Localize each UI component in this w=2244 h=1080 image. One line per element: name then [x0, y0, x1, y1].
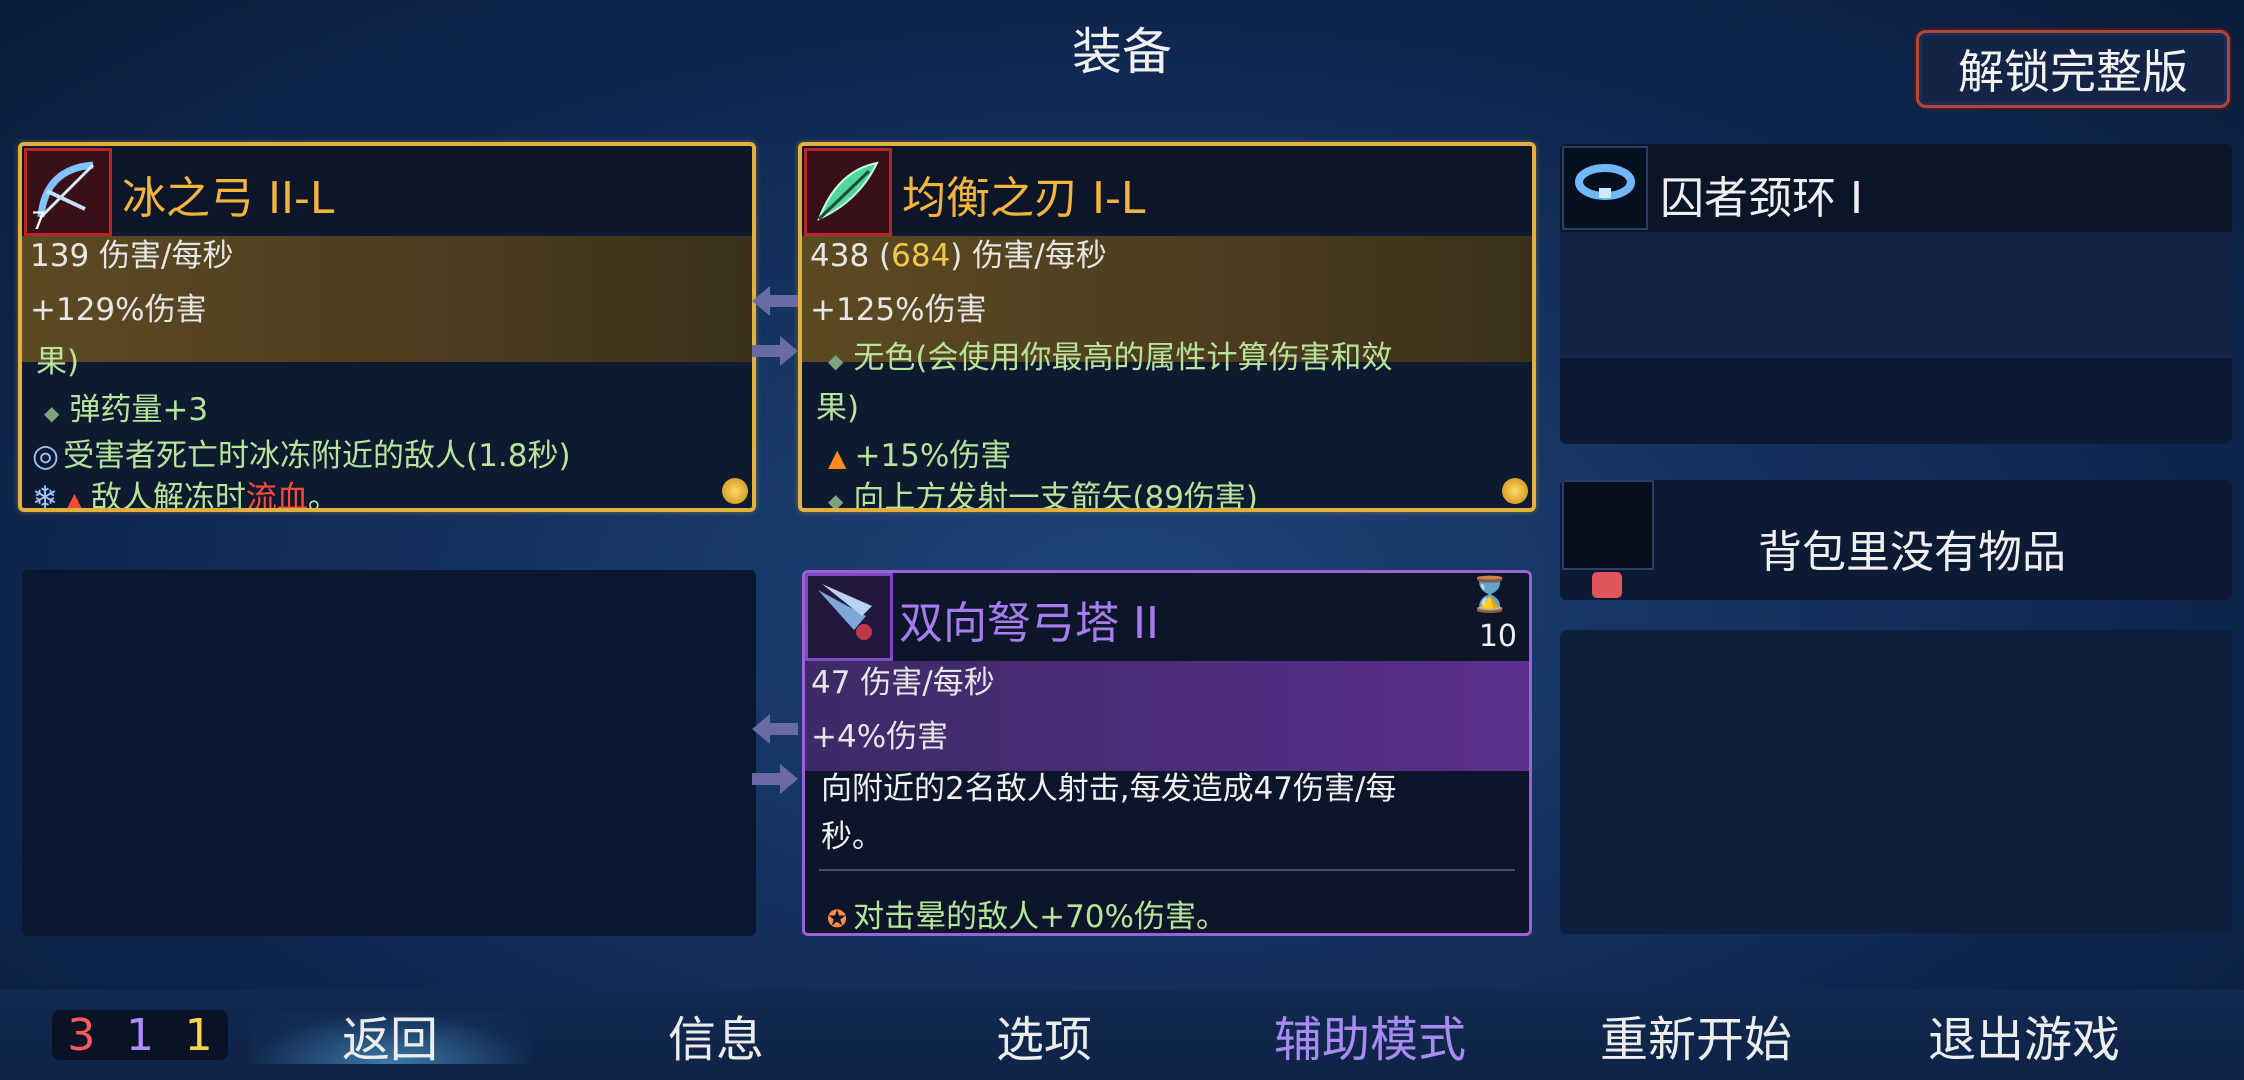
crossbow-turret-icon: [805, 573, 893, 661]
weapon-dps: 438 (684) 伤害/每秒: [810, 238, 1107, 274]
empty-slot-panel: [22, 570, 756, 936]
arrow-right-icon: [752, 336, 798, 366]
backpack-icon: [1592, 572, 1622, 598]
weapon-damage-bonus: +125%伤害: [810, 292, 987, 328]
skill-description: 向附近的2名敌人射击,每发造成47伤害/每: [821, 771, 1397, 807]
weapon-name: 均衡之刃 I-L: [902, 173, 1146, 224]
skill-name: 双向弩弓塔 II: [899, 598, 1159, 649]
gold-corner-gem-icon: [722, 478, 748, 504]
bow-icon: 7: [24, 148, 112, 236]
amulet-slot[interactable]: 囚者颈环 I: [1560, 144, 2232, 444]
weapon-affix: ❄ ▲ 敌人解冻时流血。: [32, 472, 339, 512]
weapon-affix: ◆ 向上方发射一支箭矢(89伤害): [828, 480, 1259, 512]
divider: [819, 869, 1515, 871]
weapon-affix: ◎ 受害者死亡时冰冻附近的敌人(1.8秒): [32, 438, 571, 474]
back-button[interactable]: 返回: [260, 1000, 520, 1070]
restart-button[interactable]: 重新开始: [1566, 1000, 1826, 1070]
arrow-left-icon: [752, 286, 798, 316]
weapon-affix: ◆ 无色(会使用你最高的属性计算伤害和效: [828, 340, 1393, 376]
weapon-affix-wrap: 果): [36, 344, 80, 380]
scroll-count-purple: 1: [125, 1009, 154, 1061]
weapon-card-ice-bow[interactable]: 7 冰之弓 II-L 139 伤害/每秒 +129%伤害 果) ◆ 弹药量+3 ◎…: [18, 142, 756, 512]
assist-mode-button[interactable]: 辅助模式: [1240, 1000, 1500, 1070]
weapon-affix-wrap: 果): [816, 390, 860, 426]
options-button[interactable]: 选项: [914, 1000, 1174, 1070]
diamond-bullet-icon: ◆: [44, 401, 60, 425]
feather-blade-icon: [804, 148, 892, 236]
arrow-right-icon: [752, 764, 798, 794]
skill-damage-bonus: +4%伤害: [811, 719, 949, 755]
skill-card-turret[interactable]: 双向弩弓塔 II ⌛ 10 47 伤害/每秒 +4%伤害 向附近的2名敌人射击,…: [802, 570, 1532, 936]
scroll-count-yellow: 1: [184, 1009, 213, 1061]
blood-drop-icon: ▲: [65, 489, 83, 512]
weapon-dps: 139 伤害/每秒: [30, 238, 234, 274]
empty-backpack-slot: [1562, 480, 1654, 570]
quit-game-button[interactable]: 退出游戏: [1894, 1000, 2154, 1070]
weapon-affix: ▲ +15%伤害: [828, 438, 1012, 474]
page-title: 装备: [1072, 23, 1172, 81]
freeze-icon: ◎: [32, 438, 60, 474]
skill-affix: ✪ 对击晕的敌人+70%伤害。: [827, 899, 1227, 935]
hourglass-icon: ⌛: [1468, 575, 1511, 615]
skill-description: 秒。: [821, 819, 883, 855]
diamond-bullet-icon: ◆: [828, 489, 844, 512]
arrow-left-icon: [752, 714, 798, 744]
weapon-affix: ◆ 弹药量+3: [44, 392, 209, 428]
fire-icon: ▲: [828, 444, 847, 472]
right-empty-panel: [1560, 630, 2232, 934]
skill-dps: 47 伤害/每秒: [811, 665, 995, 701]
weapon-damage-bonus: +129%伤害: [30, 292, 207, 328]
snowflake-icon: ❄: [32, 480, 58, 512]
stun-icon: ✪: [827, 905, 848, 933]
diamond-bullet-icon: ◆: [828, 349, 844, 373]
collar-icon: [1562, 146, 1648, 230]
gold-corner-gem-icon: [1502, 478, 1528, 504]
info-button[interactable]: 信息: [586, 1000, 846, 1070]
scroll-count-red: 3: [67, 1009, 96, 1061]
weapon-name: 冰之弓 II-L: [122, 173, 335, 224]
weapon-card-balanced-blade[interactable]: 均衡之刃 I-L 438 (684) 伤害/每秒 +125%伤害 ◆ 无色(会使用…: [798, 142, 1536, 512]
unlock-full-version-button[interactable]: 解锁完整版: [1916, 30, 2230, 108]
backpack-empty-text: 背包里没有物品: [1758, 527, 2066, 578]
backpack-slot[interactable]: 背包里没有物品: [1560, 480, 2232, 600]
amulet-name: 囚者颈环 I: [1660, 173, 1863, 224]
cooldown-value: 10: [1478, 619, 1517, 654]
scroll-counters: 3 1 1: [52, 1009, 228, 1061]
